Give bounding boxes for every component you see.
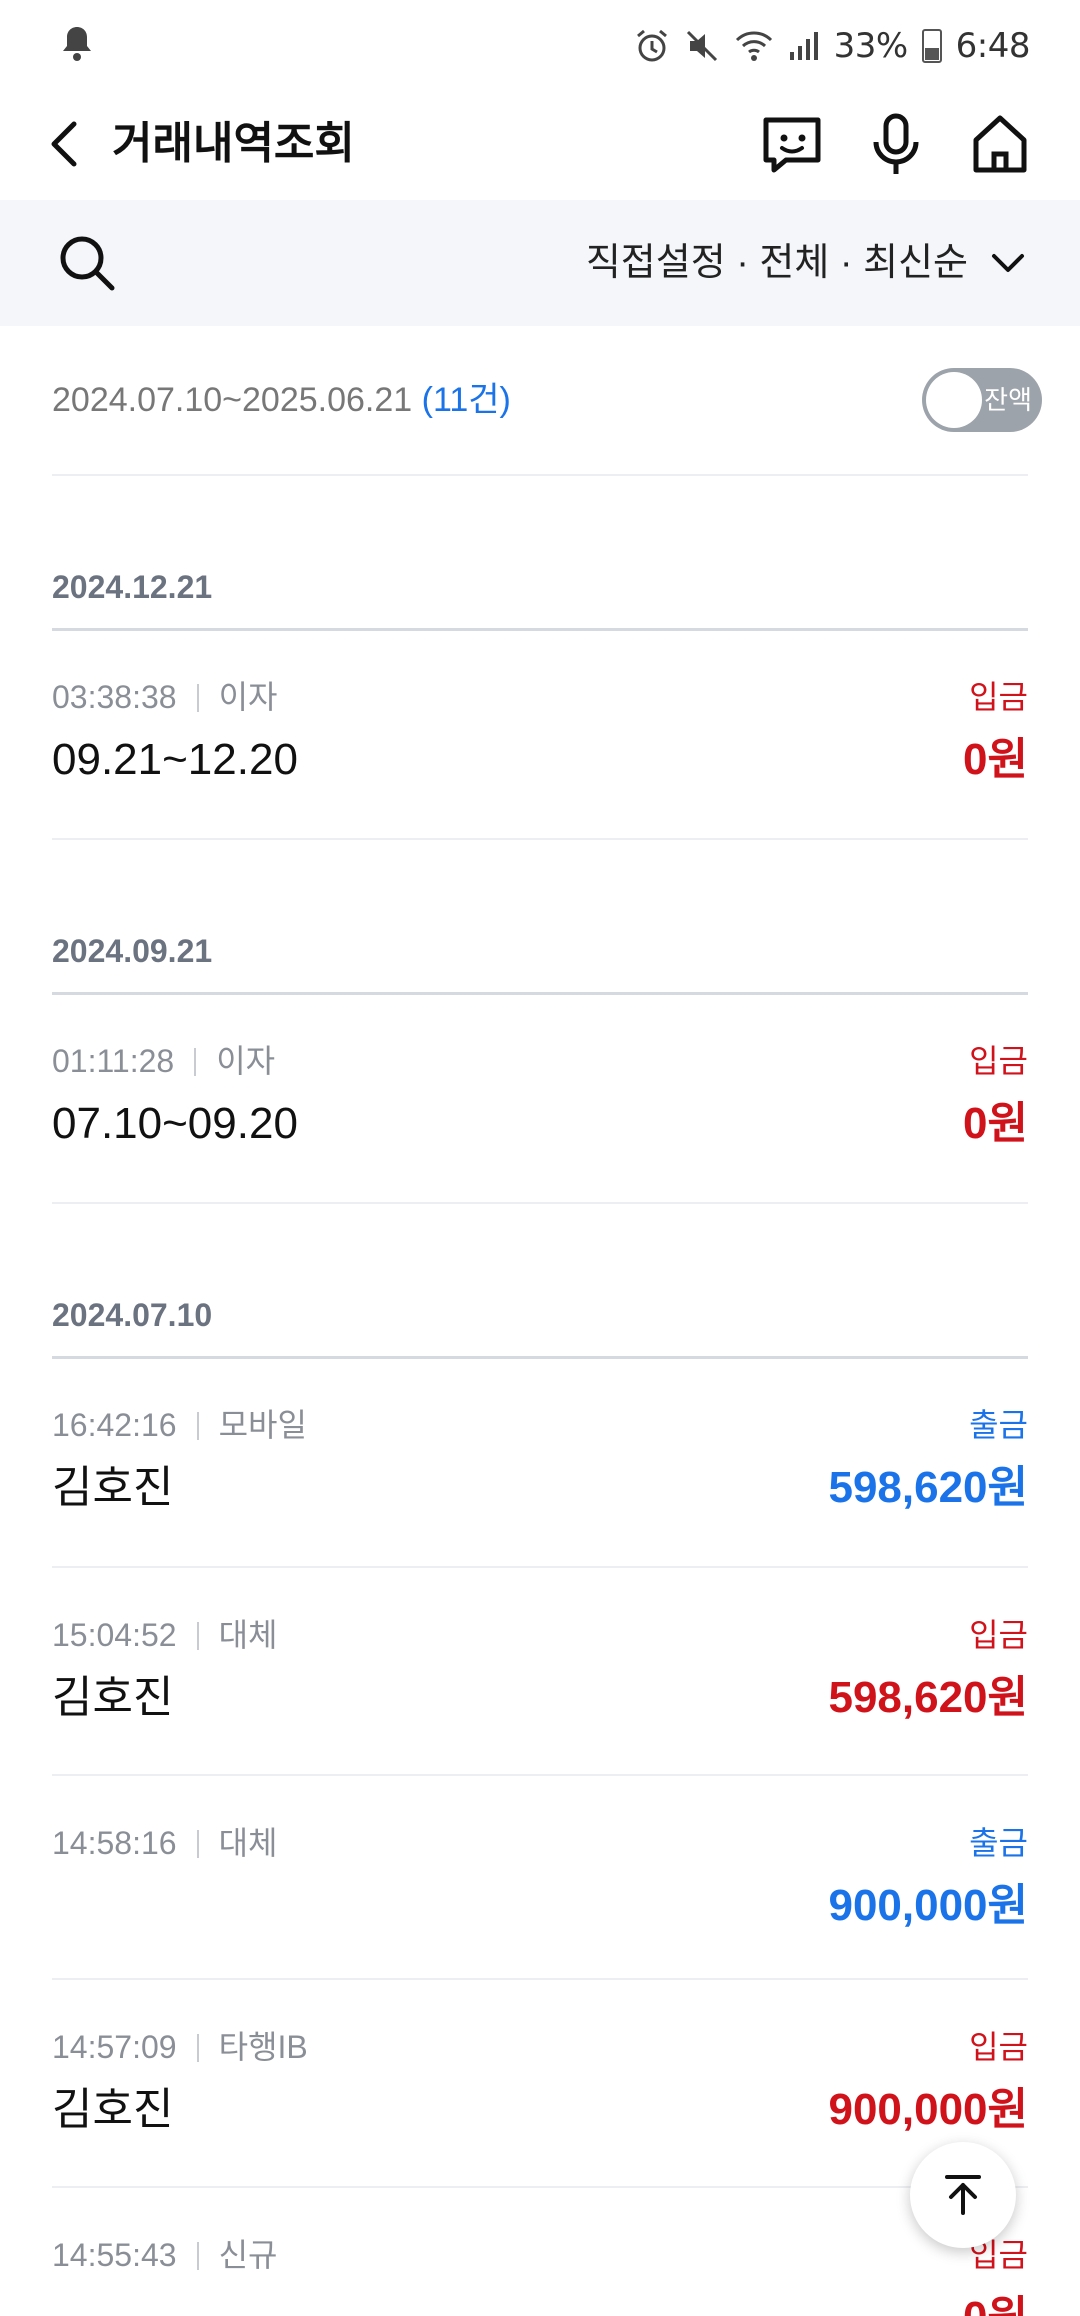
transaction-type: 출금 <box>969 1407 1028 1443</box>
date-header: 2024.12.21 <box>52 569 213 605</box>
transaction-amount: 0원 <box>963 735 1028 784</box>
date-range: 2024.07.10~2025.06.21 (11건) <box>52 370 511 430</box>
date-divider <box>52 1356 1028 1359</box>
app-header: 거래내역조회 <box>0 90 1080 200</box>
transaction-channel: 모바일 <box>218 1407 307 1443</box>
transaction-amount: 598,620원 <box>828 1463 1028 1512</box>
transaction-amount: 0원 <box>963 2286 1028 2316</box>
divider <box>52 1566 1028 1568</box>
transaction-meta: 14:58:16 대체 <box>52 1818 277 1868</box>
transaction-channel: 타행IB <box>218 2029 308 2065</box>
transaction-description: 김호진 <box>52 1463 174 1512</box>
bell-icon <box>63 27 91 61</box>
divider <box>52 2186 1028 2188</box>
transaction-meta: 03:38:38 이자 <box>52 672 277 722</box>
transaction-time: 16:42:16 <box>52 1407 177 1443</box>
transaction-type: 입금 <box>969 679 1028 715</box>
transaction-description: 김호진 <box>52 2085 174 2134</box>
toggle-knob <box>926 372 982 428</box>
scroll-top-button[interactable] <box>910 2142 1016 2248</box>
date-divider <box>52 628 1028 631</box>
alarm-icon <box>636 29 667 62</box>
result-count: (11건) <box>421 381 511 419</box>
transaction-row[interactable]: 15:04:52 대체 입금 김호진 598,620원 <box>52 1610 1028 1740</box>
wifi-icon <box>735 31 772 61</box>
transaction-type: 입금 <box>969 2029 1028 2065</box>
chat-icon[interactable] <box>756 108 828 180</box>
divider <box>52 838 1028 840</box>
search-icon[interactable] <box>54 230 120 296</box>
transaction-row[interactable]: 03:38:38 이자 입금 09.21~12.20 0원 <box>52 672 1028 802</box>
balance-toggle-label: 잔액 <box>984 385 1032 415</box>
transaction-meta: 15:04:52 대체 <box>52 1610 277 1660</box>
date-header: 2024.09.21 <box>52 933 213 969</box>
battery-icon <box>921 29 942 63</box>
transaction-time: 03:38:38 <box>52 679 177 715</box>
chevron-down-icon[interactable] <box>988 244 1028 284</box>
filter-summary[interactable]: 직접설정 · 전체 · 최신순 <box>586 234 968 292</box>
transaction-channel: 이자 <box>216 1043 276 1079</box>
home-icon[interactable] <box>964 108 1036 180</box>
transaction-time: 01:11:28 <box>52 1043 175 1079</box>
transaction-description: 09.21~12.20 <box>52 735 298 784</box>
transaction-row[interactable]: 01:11:28 이자 입금 07.10~09.20 0원 <box>52 1036 1028 1166</box>
transaction-channel: 신규 <box>218 2237 278 2273</box>
transaction-amount: 900,000원 <box>828 2085 1028 2134</box>
balance-toggle[interactable]: 잔액 <box>922 368 1042 432</box>
transaction-meta: 01:11:28 이자 <box>52 1036 275 1086</box>
signal-icon <box>789 32 818 60</box>
transaction-time: 15:04:52 <box>52 1617 177 1653</box>
transaction-row[interactable]: 14:57:09 타행IB 입금 김호진 900,000원 <box>52 2022 1028 2152</box>
transaction-meta: 16:42:16 모바일 <box>52 1400 307 1450</box>
transaction-time: 14:57:09 <box>52 2029 177 2065</box>
transaction-row[interactable]: 14:58:16 대체 출금 900,000원 <box>52 1818 1028 1948</box>
divider <box>52 1978 1028 1980</box>
transaction-meta: 14:55:43 신규 <box>52 2230 277 2280</box>
transaction-type: 입금 <box>969 1043 1028 1079</box>
clock: 6:48 <box>955 26 1031 66</box>
date-divider <box>52 992 1028 995</box>
transaction-description: 김호진 <box>52 1673 174 1722</box>
divider <box>52 1774 1028 1776</box>
transaction-row[interactable]: 14:55:43신규 입금 0원 <box>52 2230 1028 2316</box>
transaction-channel: 대체 <box>218 1825 278 1861</box>
transaction-amount: 900,000원 <box>828 1881 1028 1930</box>
status-bar: 33% 6:48 <box>0 0 1080 90</box>
transaction-description: 07.10~09.20 <box>52 1099 298 1148</box>
transaction-time: 14:58:16 <box>52 1825 177 1861</box>
divider <box>52 1202 1028 1204</box>
page-title: 거래내역조회 <box>112 119 355 168</box>
arrow-up-icon <box>945 2175 981 2215</box>
back-icon[interactable] <box>40 112 90 176</box>
date-header: 2024.07.10 <box>52 1297 213 1333</box>
transaction-meta: 14:57:09 타행IB <box>52 2022 308 2072</box>
filter-bar[interactable]: 직접설정 · 전체 · 최신순 <box>0 200 1080 326</box>
transaction-type: 입금 <box>969 1617 1028 1653</box>
date-range-text: 2024.07.10~2025.06.21 <box>52 381 413 419</box>
transaction-time: 14:55:43 <box>52 2237 177 2273</box>
divider <box>52 474 1028 476</box>
transaction-type: 출금 <box>969 1825 1028 1861</box>
transaction-row[interactable]: 16:42:16 모바일 출금 김호진 598,620원 <box>52 1400 1028 1530</box>
microphone-icon[interactable] <box>860 108 932 180</box>
transaction-channel: 이자 <box>218 679 278 715</box>
transaction-amount: 0원 <box>963 1099 1028 1148</box>
transaction-amount: 598,620원 <box>828 1673 1028 1722</box>
battery-percent: 33% <box>833 26 909 66</box>
transaction-channel: 대체 <box>218 1617 278 1653</box>
mute-icon <box>686 30 717 62</box>
